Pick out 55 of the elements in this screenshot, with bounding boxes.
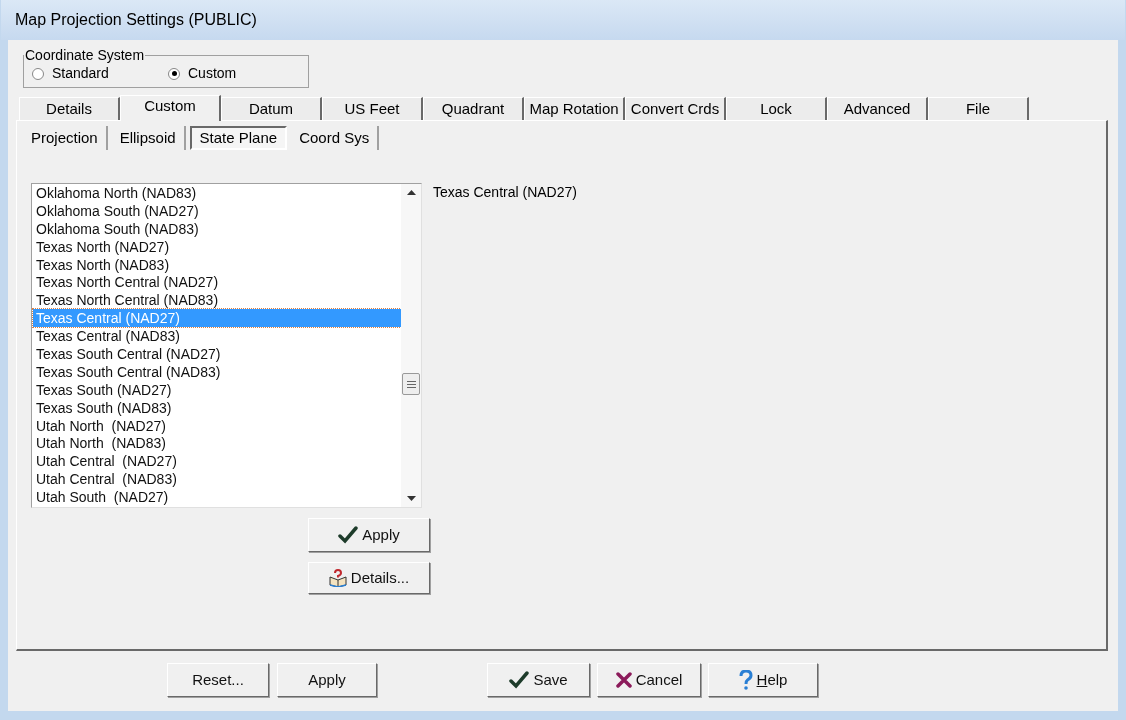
- cancel-button[interactable]: Cancel: [597, 663, 701, 697]
- list-item[interactable]: Texas Central (NAD83): [33, 327, 401, 345]
- list-item[interactable]: Oklahoma South (NAD27): [33, 201, 401, 220]
- apply-button[interactable]: Apply: [308, 518, 430, 552]
- radio-button[interactable]: [32, 67, 44, 80]
- question-mark-icon: [738, 670, 753, 690]
- selected-zone-label: Texas Central (NAD27): [433, 183, 577, 200]
- list-item[interactable]: Utah North (NAD83): [33, 434, 401, 453]
- list-item[interactable]: Texas North (NAD83): [33, 255, 401, 274]
- sub-tab[interactable]: Ellipsoid: [111, 126, 186, 150]
- list-item[interactable]: Oklahoma South (NAD83): [33, 219, 401, 238]
- tab[interactable]: Details: [19, 97, 120, 120]
- details-button[interactable]: Details...: [308, 562, 430, 594]
- tab[interactable]: US Feet: [322, 97, 423, 120]
- cross-icon: [615, 672, 632, 688]
- sub-tab[interactable]: State Plane: [189, 126, 288, 150]
- dialog-button[interactable]: Reset...: [167, 663, 269, 697]
- list-item[interactable]: Utah Central (NAD27): [33, 452, 401, 471]
- zone-listbox[interactable]: [31, 183, 422, 508]
- dialog-button[interactable]: Apply: [277, 663, 377, 697]
- tab[interactable]: Custom: [120, 95, 221, 121]
- list-item[interactable]: Texas South (NAD83): [33, 398, 401, 417]
- help-button[interactable]: Help: [708, 663, 818, 697]
- checkmark-icon: [338, 526, 359, 544]
- book-help-icon: [328, 569, 347, 587]
- group-label: Coordinate System: [24, 48, 146, 62]
- tab[interactable]: File: [928, 97, 1029, 120]
- sub-tab[interactable]: Coord Sys: [291, 126, 380, 150]
- list-item[interactable]: Texas South (NAD27): [33, 380, 401, 399]
- radio-option[interactable]: Standard: [32, 63, 128, 84]
- list-item[interactable]: Utah Central (NAD83): [33, 470, 401, 489]
- tab[interactable]: Map Rotation: [524, 97, 625, 120]
- list-item[interactable]: Oklahoma North (NAD83): [33, 184, 401, 202]
- list-item[interactable]: Texas North (NAD27): [33, 237, 401, 256]
- list-item[interactable]: Texas South Central (NAD27): [33, 345, 401, 363]
- save-button[interactable]: Save: [487, 663, 590, 697]
- scroll-down-icon[interactable]: [406, 496, 416, 501]
- radio-option[interactable]: Custom: [168, 63, 264, 84]
- sub-tab[interactable]: Projection: [23, 126, 108, 150]
- tab[interactable]: Convert Crds: [625, 97, 726, 120]
- tab[interactable]: Quadrant: [423, 97, 524, 120]
- radio-button[interactable]: [168, 67, 180, 80]
- tab[interactable]: Datum: [221, 97, 322, 120]
- list-item[interactable]: Utah North (NAD27): [33, 416, 401, 435]
- list-item[interactable]: Texas North Central (NAD27): [33, 273, 401, 292]
- list-item[interactable]: Texas North Central (NAD83): [33, 291, 401, 310]
- scrollbar[interactable]: [401, 184, 421, 507]
- scroll-up-icon[interactable]: [406, 190, 416, 195]
- list-item[interactable]: Texas South Central (NAD83): [33, 362, 401, 381]
- tab[interactable]: Advanced: [827, 97, 928, 120]
- window-title: Map Projection Settings (PUBLIC): [15, 10, 257, 30]
- scroll-thumb[interactable]: [402, 373, 420, 395]
- tab[interactable]: Lock: [726, 97, 827, 120]
- checkmark-icon: [509, 671, 530, 689]
- list-item[interactable]: Utah South (NAD27): [33, 488, 401, 507]
